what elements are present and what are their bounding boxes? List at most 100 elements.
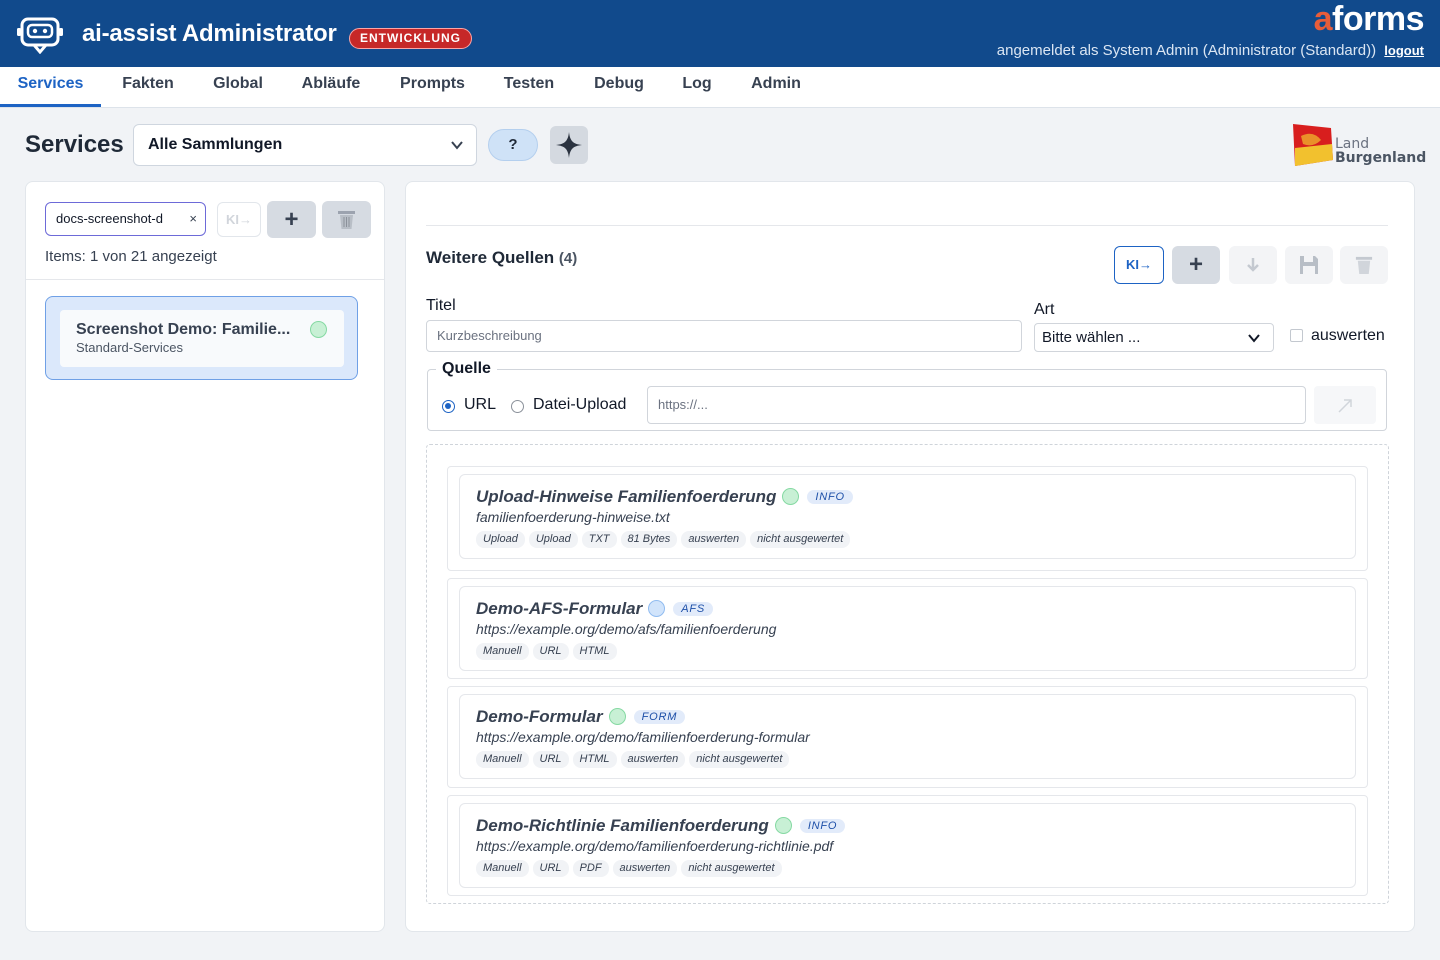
add-source-button[interactable]: + xyxy=(1172,246,1220,284)
status-dot-icon xyxy=(648,600,666,617)
source-title: Demo-Richtlinie Familienfoerderung INFO xyxy=(476,816,846,836)
source-tag: URL xyxy=(532,643,569,660)
source-url: https://example.org/demo/familienfoerder… xyxy=(476,838,834,854)
delete-service-button[interactable] xyxy=(322,201,371,238)
status-dot-icon xyxy=(608,708,626,725)
source-tags: Manuell URL HTML auswerten nicht ausgewertet xyxy=(476,749,793,768)
service-card-body: Screenshot Demo: Familie... Standard-Ser… xyxy=(60,310,344,367)
section-title-text: Weitere Quellen xyxy=(426,248,555,267)
items-count: Items: 1 von 21 angezeigt xyxy=(45,248,217,265)
radio-upload[interactable] xyxy=(511,400,524,413)
quelle-legend: Quelle xyxy=(436,360,497,378)
art-select-value: Bitte wählen ... xyxy=(1042,329,1141,346)
service-title: Screenshot Demo: Familie... xyxy=(76,321,291,338)
delete-source-button[interactable] xyxy=(1340,246,1388,284)
tab-global[interactable]: Global xyxy=(204,67,272,107)
source-url: https://example.org/demo/afs/familienfoe… xyxy=(476,621,777,637)
auswerten-label: auswerten xyxy=(1311,327,1385,344)
auswerten-checkbox[interactable] xyxy=(1290,329,1303,342)
list-item[interactable]: Demo-Richtlinie Familienfoerderung INFO h… xyxy=(447,795,1368,896)
source-title: Demo-AFS-Formular AFS xyxy=(476,599,714,619)
ki-button[interactable]: KI→ xyxy=(1114,246,1164,284)
tab-log[interactable]: Log xyxy=(673,67,721,107)
trash-icon xyxy=(1355,256,1373,275)
sparkle-icon xyxy=(556,132,582,158)
top-header: ai-assist Administrator ENTWICKLUNG afor… xyxy=(0,0,1440,67)
source-tag: Manuell xyxy=(476,643,529,660)
logout-link[interactable]: logout xyxy=(1384,43,1424,58)
list-item[interactable]: Demo-Formular FORM https://example.org/de… xyxy=(447,686,1368,788)
download-icon xyxy=(1247,258,1259,272)
source-type-badge: FORM xyxy=(633,710,686,724)
help-button[interactable]: ? xyxy=(488,129,538,161)
source-tags: Manuell URL HTML xyxy=(476,641,621,660)
tab-services[interactable]: Services xyxy=(0,67,101,107)
source-card: Upload-Hinweise Familienfoerderung INFO f… xyxy=(459,474,1356,559)
save-button[interactable] xyxy=(1285,246,1333,284)
status-dot-icon xyxy=(310,321,327,338)
list-item[interactable]: Upload-Hinweise Familienfoerderung INFO f… xyxy=(447,466,1368,571)
environment-badge: ENTWICKLUNG xyxy=(349,28,472,49)
source-tag: auswerten xyxy=(620,751,686,768)
ai-assistant-button[interactable] xyxy=(550,126,588,164)
list-item[interactable]: Demo-AFS-Formular AFS https://example.org… xyxy=(447,578,1368,679)
art-label: Art xyxy=(1034,301,1055,318)
trash-icon xyxy=(338,211,355,229)
tab-fakten[interactable]: Fakten xyxy=(112,67,184,107)
filter-input[interactable]: docs-screenshot-d × xyxy=(45,202,206,236)
sources-list: Upload-Hinweise Familienfoerderung INFO f… xyxy=(426,444,1389,904)
source-card: Demo-Richtlinie Familienfoerderung INFO h… xyxy=(459,803,1356,888)
open-url-button[interactable] xyxy=(1314,386,1376,424)
url-input[interactable]: https://... xyxy=(647,386,1306,424)
tab-ablaeufe[interactable]: Abläufe xyxy=(292,67,370,107)
tab-prompts[interactable]: Prompts xyxy=(390,67,475,107)
titel-input[interactable]: Kurzbeschreibung xyxy=(426,320,1022,352)
robot-logo-icon[interactable] xyxy=(16,14,64,54)
source-tag: 81 Bytes xyxy=(620,531,678,548)
land-burgenland-text: Land Burgenland xyxy=(1335,137,1426,165)
source-tag: URL xyxy=(532,751,569,768)
section-count: (4) xyxy=(558,250,578,267)
tab-admin[interactable]: Admin xyxy=(741,67,811,107)
service-card[interactable]: Screenshot Demo: Familie... Standard-Ser… xyxy=(45,296,358,380)
source-type-badge: INFO xyxy=(807,490,853,504)
source-card: Demo-Formular FORM https://example.org/de… xyxy=(459,694,1356,779)
source-tag: Manuell xyxy=(476,751,529,768)
art-select[interactable]: Bitte wählen ... xyxy=(1034,323,1274,352)
section-title: Weitere Quellen (4) xyxy=(426,248,577,268)
radio-url-label: URL xyxy=(464,396,497,413)
brand-accent: a xyxy=(1313,0,1333,38)
save-icon xyxy=(1300,256,1318,274)
source-tag: Upload xyxy=(528,531,578,548)
source-tags: Manuell URL PDF auswerten nicht ausgewertet xyxy=(476,858,786,877)
source-tag: nicht ausgewertet xyxy=(681,860,782,877)
brand-rest: forms xyxy=(1332,0,1424,38)
add-service-button[interactable]: + xyxy=(267,201,316,238)
radio-url[interactable] xyxy=(442,400,455,413)
source-tag: HTML xyxy=(572,751,617,768)
tab-debug[interactable]: Debug xyxy=(583,67,655,107)
source-tag: Manuell xyxy=(476,860,529,877)
source-tag: PDF xyxy=(572,860,609,877)
source-tags: Upload Upload TXT 81 Bytes auswerten nicht au… xyxy=(476,529,854,548)
source-tag: auswerten xyxy=(681,531,747,548)
source-title: Demo-Formular FORM xyxy=(476,707,686,727)
source-title-text: Demo-AFS-Formular xyxy=(476,599,643,618)
service-detail-panel: Weitere Quellen (4) KI→ + Titel Kurzbesc… xyxy=(405,181,1415,932)
tab-testen[interactable]: Testen xyxy=(494,67,564,107)
source-tag: URL xyxy=(532,860,569,877)
ki-button-disabled[interactable]: KI→ xyxy=(217,202,261,237)
open-link-icon xyxy=(1338,399,1352,413)
collection-select-value: Alle Sammlungen xyxy=(148,136,283,153)
source-title: Upload-Hinweise Familienfoerderung INFO xyxy=(476,487,853,507)
divider xyxy=(26,279,384,280)
status-dot-icon xyxy=(782,488,800,505)
collection-select[interactable]: Alle Sammlungen xyxy=(133,124,477,166)
app-title: ai-assist Administrator xyxy=(82,20,337,47)
titel-label: Titel xyxy=(426,297,456,314)
main-nav: Services Fakten Global Abläufe Prompts T… xyxy=(0,67,1440,108)
source-type-badge: AFS xyxy=(673,602,714,616)
download-button[interactable] xyxy=(1229,246,1277,284)
source-tag: HTML xyxy=(572,643,617,660)
filter-clear-icon[interactable]: × xyxy=(189,203,197,234)
